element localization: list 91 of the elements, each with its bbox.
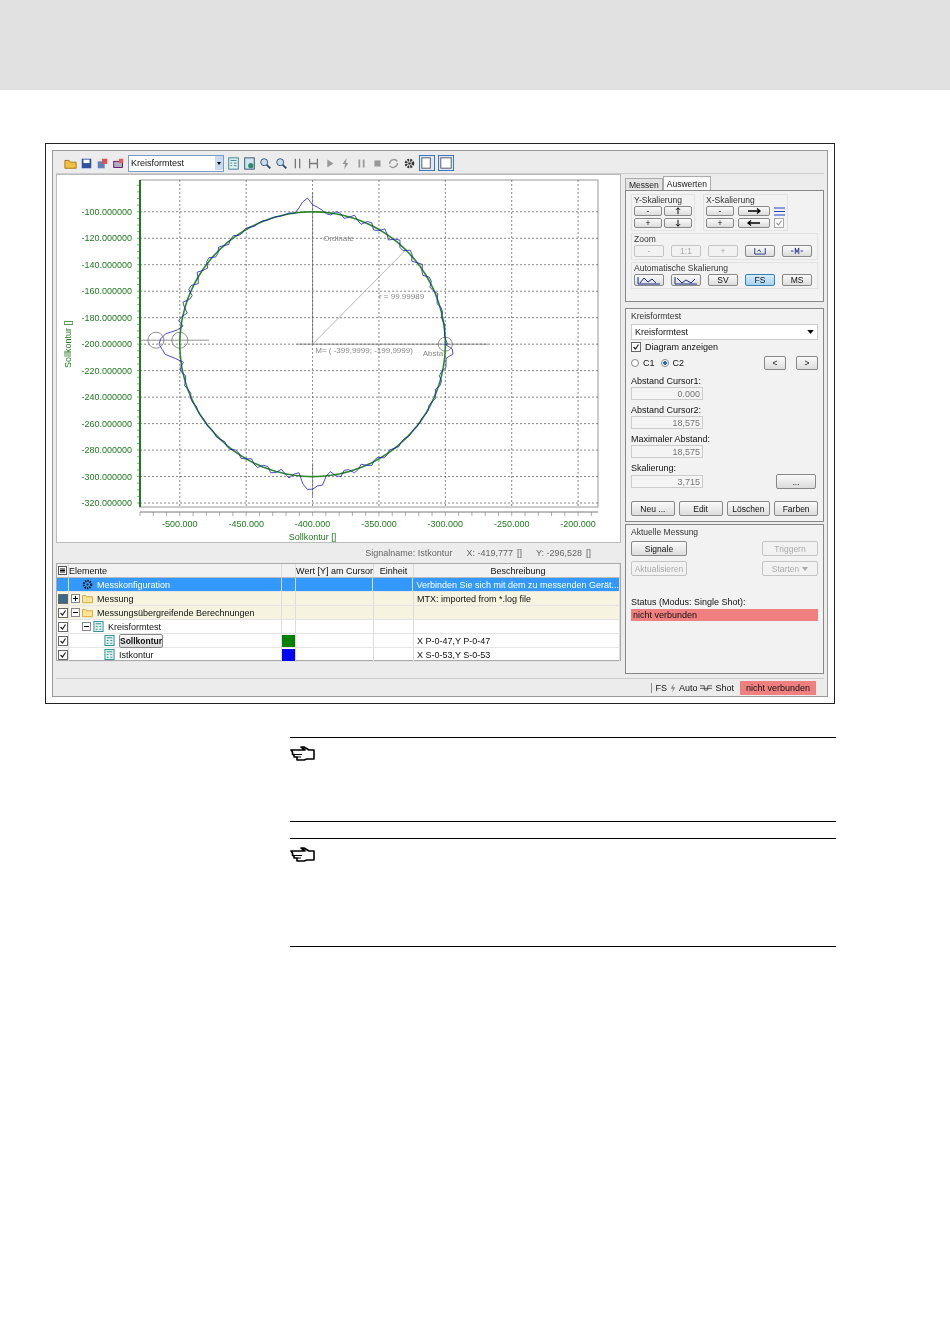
action-button[interactable]: Farben — [774, 501, 818, 516]
y-tick-label: -100.000000 — [81, 206, 132, 217]
x-tick-label: -200.000 — [560, 519, 596, 529]
zoom-out-button[interactable]: - — [634, 206, 662, 216]
column-header[interactable]: Beschreibung — [414, 564, 620, 577]
unit-label: [] — [586, 548, 591, 558]
x-axis-title: Sollkontur [] — [288, 532, 337, 542]
x-tick-label: -350.000 — [361, 519, 397, 529]
cursor-y-value: Y: -296,528 — [535, 548, 582, 558]
tab[interactable]: Auswerten — [662, 176, 711, 190]
y-tick-label: -120.000000 — [81, 233, 132, 244]
radio-label: C1 — [643, 357, 655, 368]
cursor-nav-button[interactable]: < — [764, 355, 786, 370]
description-text: X S-0-53,Y S-0-53 — [417, 649, 491, 660]
action-button[interactable]: Edit — [678, 501, 723, 516]
group-title: Aktuelle Messung — [631, 527, 700, 538]
evaluation-combo[interactable]: Kreisformtest — [128, 154, 224, 172]
table-row[interactable]: Messung MTX: imported from *.log file — [57, 592, 620, 606]
y-tick-label: -320.000000 — [81, 498, 132, 509]
y-tick-label: -240.000000 — [81, 392, 132, 403]
field-label: Maximaler Abstand: — [631, 434, 712, 444]
tab[interactable]: Messen — [625, 178, 663, 190]
y-tick-label: -280.000000 — [81, 445, 132, 456]
combo-value: Kreisformtest — [131, 158, 184, 168]
action-button[interactable]: Neu ... — [631, 501, 675, 516]
radio-label: C2 — [672, 357, 685, 368]
chart-annotation: M= ( -399,9999; -199,9999) — [315, 346, 413, 356]
description-text: X P-0-47,Y P-0-47 — [417, 635, 491, 646]
element-label: Messkonfiguration — [97, 579, 171, 590]
scale-mode-button[interactable]: SV — [708, 274, 738, 286]
x-tick-label: -500.000 — [162, 519, 198, 529]
cursor-x-value: X: -419,777 — [466, 548, 513, 558]
value-field[interactable]: 18,575 — [631, 445, 703, 458]
connection-status: nicht verbunden — [631, 609, 818, 621]
field-label: Abstand Cursor1: — [631, 376, 703, 386]
description-text: Verbinden Sie sich mit dem zu messenden Gerät... — [416, 579, 619, 590]
element-label: Messungsübergreifende Berechnungen — [97, 607, 255, 618]
value-field[interactable]: 3,715 — [631, 475, 703, 488]
description-text: MTX: imported from *.log file — [417, 593, 532, 604]
x-tick-label: -250.000 — [493, 519, 530, 529]
column-header[interactable]: Einheit — [374, 564, 414, 577]
table-row[interactable]: Istkontur X S-0-53,Y S-0-53 — [57, 648, 620, 662]
table-row[interactable]: Messungsübergreifende Berechnungen — [57, 606, 620, 620]
y-tick-label: -180.000000 — [81, 312, 132, 323]
group-title: X-Skalierung — [706, 195, 756, 206]
zoom-in-button[interactable]: + — [706, 218, 734, 228]
element-label: Istkontur — [119, 649, 154, 660]
y-tick-label: -300.000000 — [81, 471, 132, 482]
unit-label: [] — [516, 548, 522, 558]
checkbox-label: Diagram anzeigen — [645, 342, 719, 352]
field-label: Abstand Cursor2: — [631, 405, 703, 415]
group-title: Y-Skalierung — [634, 195, 683, 206]
chart-annotation: Ordinate — [323, 233, 354, 243]
measurement-button[interactable]: Signale — [631, 541, 687, 556]
y-tick-label: -140.000000 — [81, 259, 132, 270]
status-item: Shot — [715, 682, 734, 693]
y-tick-label: -260.000000 — [81, 418, 132, 429]
group-title: Zoom — [634, 234, 657, 245]
y-tick-label: -200.000000 — [81, 339, 132, 350]
value-field[interactable]: 18,575 — [631, 416, 703, 429]
cursor-nav-button[interactable]: > — [796, 355, 818, 370]
field-label: Skalierung: — [631, 463, 678, 473]
zoom-in-button[interactable]: + — [634, 218, 662, 228]
x-tick-label: -300.000 — [427, 519, 464, 529]
chart-annotation: r = 99.99989 — [378, 292, 425, 302]
scale-mode-button[interactable]: MS — [782, 274, 812, 286]
evaluation-dropdown[interactable]: Kreisformtest — [631, 324, 818, 340]
value-field[interactable]: 0.000 — [631, 387, 703, 400]
status-item: FS — [651, 682, 667, 693]
more-button[interactable]: ... — [776, 474, 816, 489]
x-tick-label: -400.000 — [294, 519, 331, 529]
scale-mode-button[interactable]: FS — [745, 274, 775, 286]
column-header[interactable]: Elemente — [69, 564, 282, 577]
y-tick-label: -160.000000 — [81, 286, 132, 297]
table-row[interactable]: Sollkontur X P-0-47,Y P-0-47 — [57, 634, 620, 648]
signal-name: Signalname: Istkontur — [365, 548, 453, 558]
status-item: Auto — [678, 682, 698, 693]
group-title: Kreisformtest — [631, 311, 683, 322]
connection-status: nicht verbunden — [739, 680, 816, 695]
action-button[interactable]: Löschen — [726, 501, 771, 516]
x-tick-label: -450.000 — [228, 519, 264, 529]
y-tick-label: -220.000000 — [81, 365, 132, 376]
column-header[interactable]: Wert [Y] am Cursor — [296, 564, 374, 577]
status-label: Status (Modus: Single Shot): — [631, 597, 747, 607]
zoom-out-button[interactable]: - — [706, 206, 734, 216]
group-title: Automatische Skalierung — [634, 263, 730, 274]
element-label: Kreisformtest — [108, 621, 161, 632]
y-axis-title: Sollkontur [] — [63, 320, 73, 368]
element-label: Messung — [97, 593, 134, 604]
chart-annotation: Absta — [422, 349, 444, 359]
table-row[interactable]: Kreisformtest — [57, 620, 620, 634]
